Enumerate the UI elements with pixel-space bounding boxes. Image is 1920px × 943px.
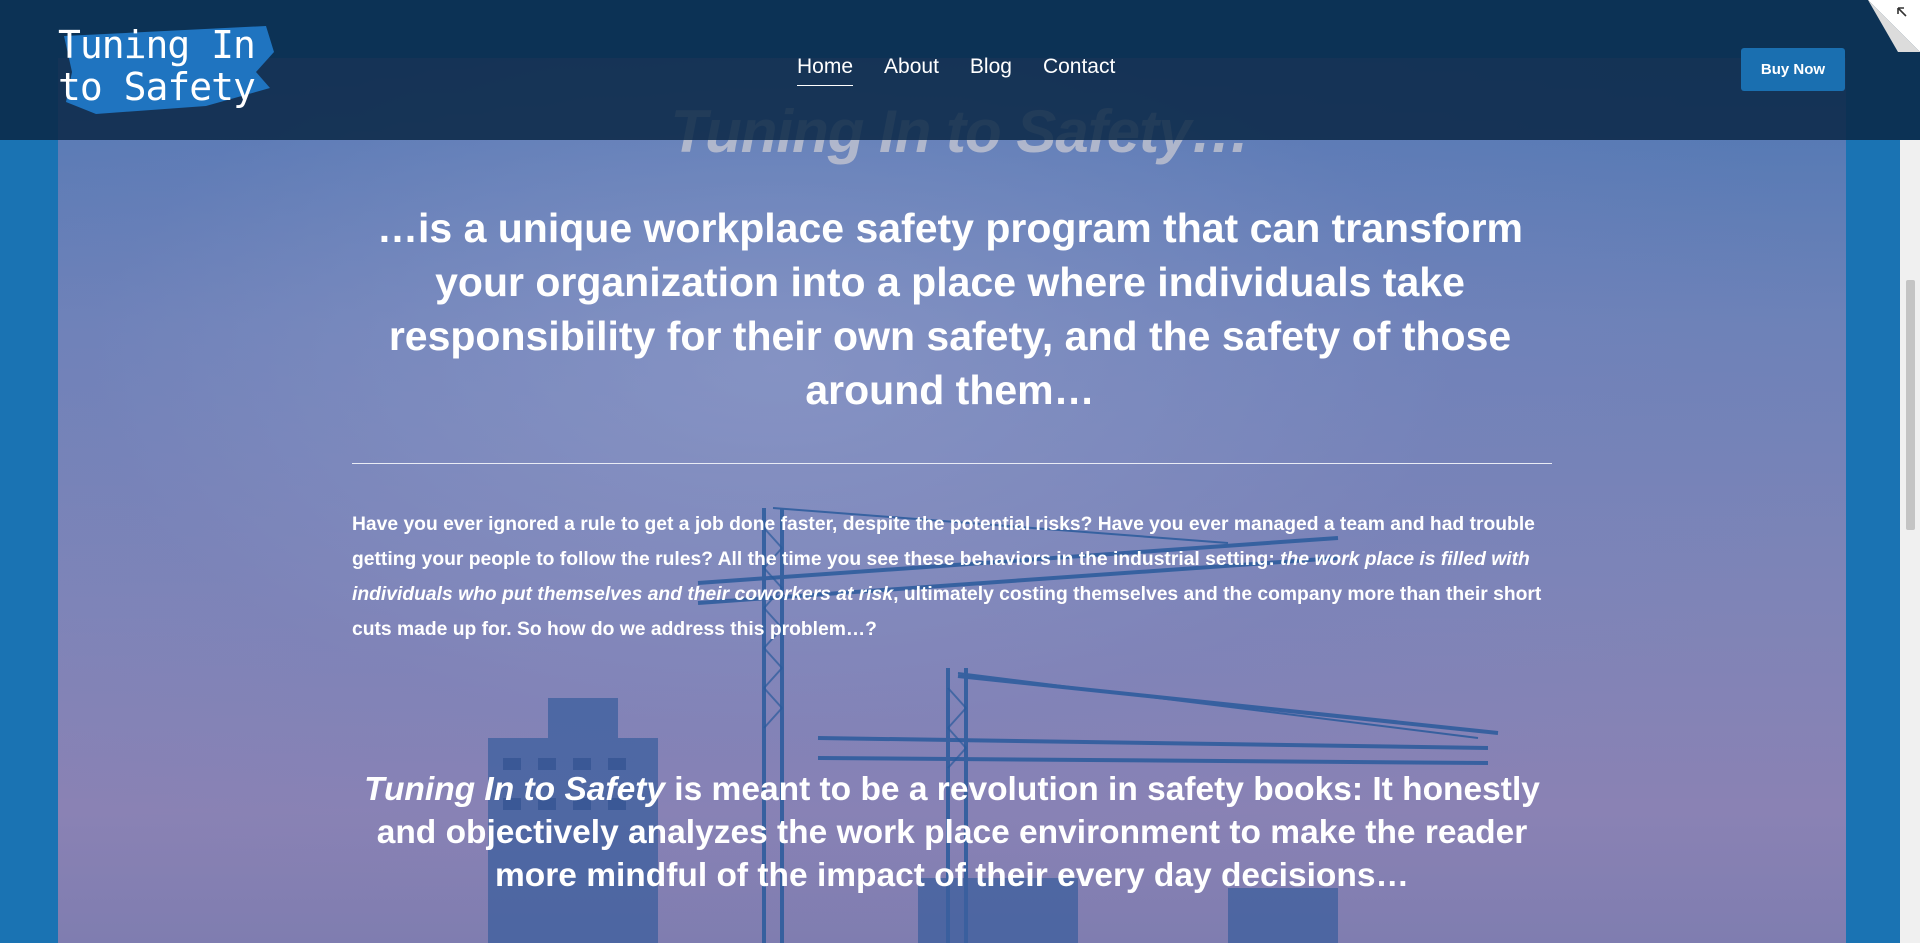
nav-link-about[interactable]: About <box>884 55 939 86</box>
nav-link-home[interactable]: Home <box>797 55 854 86</box>
intro-paragraph: Have you ever ignored a rule to get a jo… <box>352 507 1552 647</box>
nav-link-blog[interactable]: Blog <box>970 55 1012 86</box>
nav-link-contact[interactable]: Contact <box>1043 55 1115 86</box>
hero-subtitle: …is a unique workplace safety program th… <box>376 205 1524 413</box>
site-header: Tuning In to Safety Home About Blog Cont… <box>0 0 1920 140</box>
scrollbar-thumb[interactable] <box>1906 280 1915 530</box>
section-divider <box>352 463 1552 464</box>
logo-line-1: Tuning In <box>58 23 256 67</box>
buy-now-button[interactable]: Buy Now <box>1741 48 1845 91</box>
logo-text: Tuning In to Safety <box>58 23 256 109</box>
book-description: Tuning In to Safety is meant to be a rev… <box>352 768 1552 897</box>
site-logo[interactable]: Tuning In to Safety <box>56 22 278 114</box>
logo-line-2: to Safety <box>58 65 256 109</box>
book-title-emphasis: Tuning In to Safety <box>364 771 665 808</box>
main-nav: Home About Blog Contact <box>797 55 1115 86</box>
vertical-scrollbar[interactable] <box>1900 140 1920 943</box>
page-curl-icon[interactable] <box>1868 0 1920 52</box>
